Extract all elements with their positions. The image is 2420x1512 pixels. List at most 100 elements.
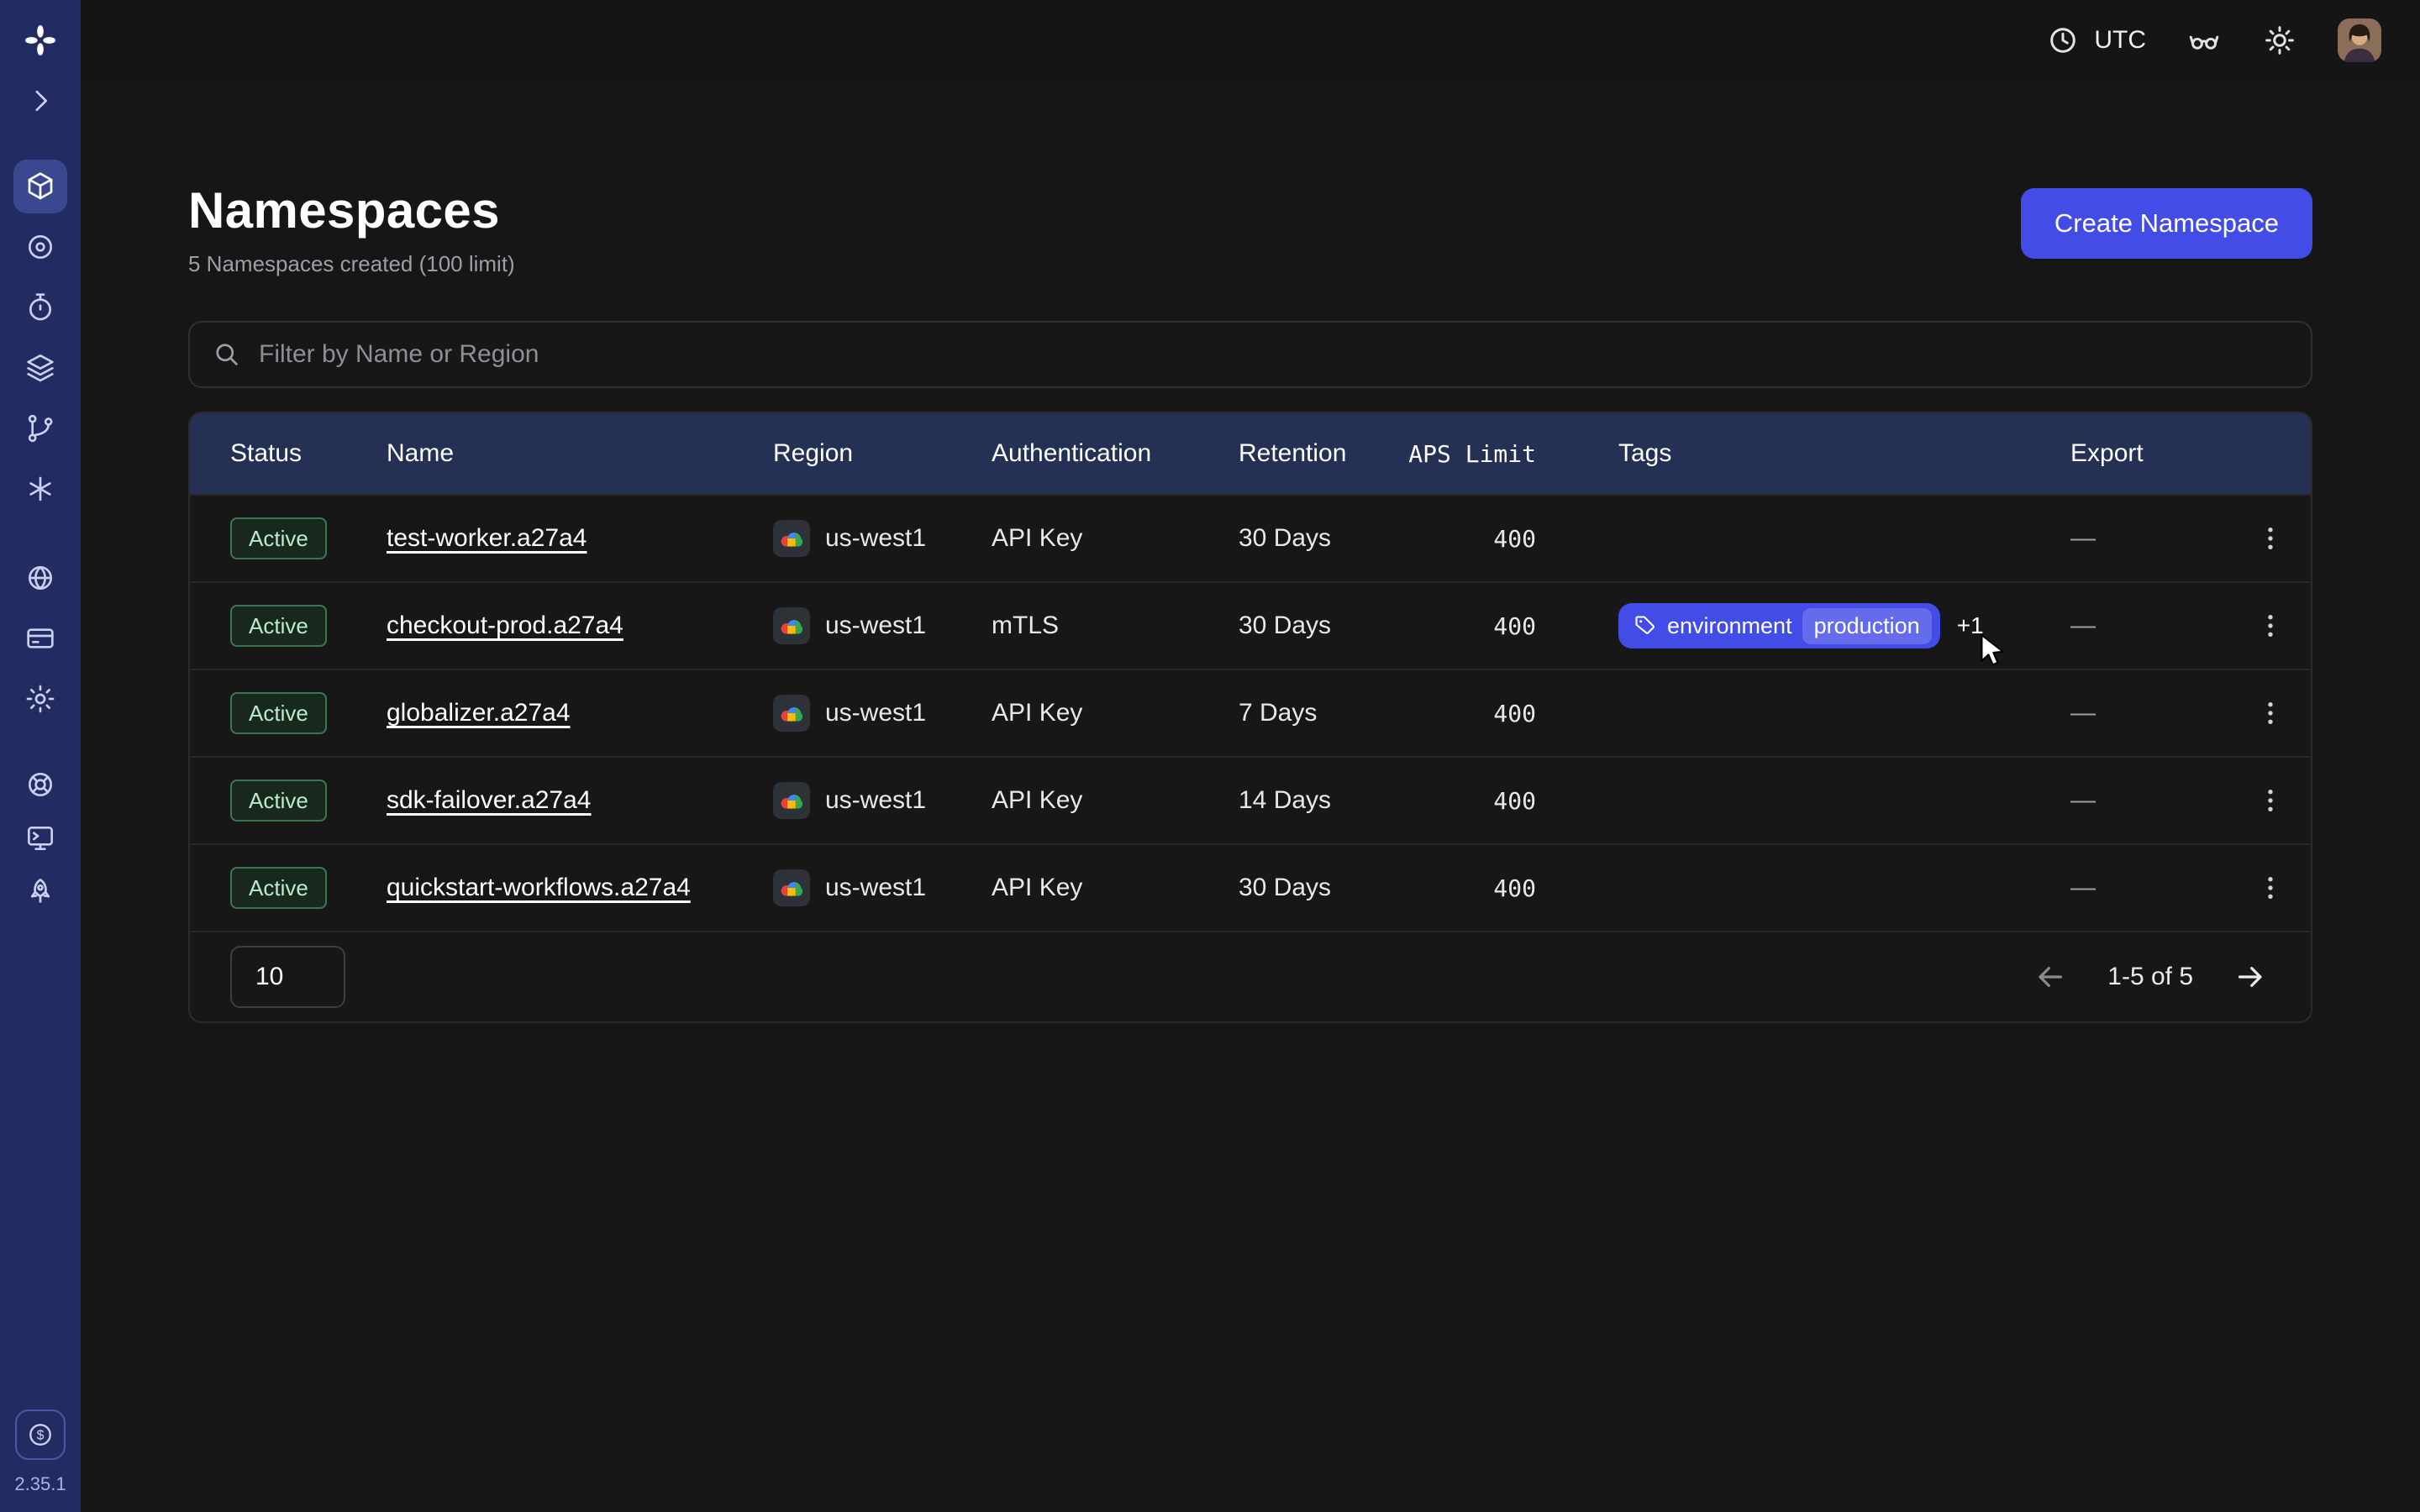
- search-icon: [212, 339, 242, 370]
- temporal-logo[interactable]: [13, 13, 67, 67]
- aps-limit-value: 400: [1400, 787, 1536, 815]
- tags-cell: environment production +1: [1618, 603, 2070, 648]
- col-name: Name: [387, 439, 773, 468]
- auth-label: API Key: [992, 786, 1239, 815]
- retention-label: 7 Days: [1239, 699, 1400, 727]
- next-page-button[interactable]: [2233, 960, 2267, 994]
- tag-chip[interactable]: environment production: [1618, 603, 1940, 648]
- page-size-select[interactable]: 10: [230, 946, 345, 1008]
- sidebar-item-nexus[interactable]: [13, 402, 67, 455]
- col-aps-limit: APS Limit: [1400, 440, 1536, 468]
- col-tags: Tags: [1618, 439, 2070, 468]
- region-label: us-west1: [825, 699, 926, 727]
- namespaces-table: Status Name Region Authentication Retent…: [188, 412, 2312, 1023]
- gcp-icon: [773, 607, 810, 644]
- table-row: Active checkout-prod.a27a4 us-west1 mTLS…: [190, 581, 2311, 669]
- usage-button[interactable]: $: [15, 1410, 66, 1460]
- sidebar-item-support[interactable]: [13, 758, 67, 811]
- timezone-label: UTC: [2094, 26, 2146, 55]
- pagination-range: 1-5 of 5: [2107, 963, 2193, 991]
- page-size-value: 10: [255, 963, 283, 991]
- sidebar-item-docs[interactable]: [13, 811, 67, 865]
- col-retention: Retention: [1239, 439, 1400, 468]
- tag-value: production: [1802, 608, 1932, 644]
- row-menu-button[interactable]: [2230, 522, 2311, 554]
- region-label: us-west1: [825, 524, 926, 553]
- export-value: —: [2070, 699, 2230, 727]
- table-row: Active test-worker.a27a4 us-west1 API Ke…: [190, 494, 2311, 581]
- rocket-icon: [24, 875, 57, 909]
- billing-card-icon: [24, 622, 57, 655]
- sidebar-bottom: $ 2.35.1: [14, 1410, 66, 1495]
- clock-icon: [2045, 23, 2081, 58]
- row-menu-button[interactable]: [2230, 785, 2311, 816]
- col-status: Status: [230, 439, 387, 468]
- row-menu-button[interactable]: [2230, 697, 2311, 729]
- create-namespace-button[interactable]: Create Namespace: [2021, 188, 2312, 259]
- user-avatar[interactable]: [2338, 18, 2381, 62]
- gcp-icon: [773, 520, 810, 557]
- namespace-link[interactable]: sdk-failover.a27a4: [387, 786, 592, 814]
- export-value: —: [2070, 524, 2230, 553]
- export-value: —: [2070, 612, 2230, 640]
- app-root: $ 2.35.1 UTC Namespaces: [0, 0, 2420, 1512]
- sidebar-expand-button[interactable]: [13, 74, 67, 128]
- retention-label: 14 Days: [1239, 786, 1400, 815]
- aps-limit-value: 400: [1400, 612, 1536, 640]
- sidebar: $ 2.35.1: [0, 0, 81, 1512]
- glasses-icon[interactable]: [2186, 23, 2222, 58]
- timezone-selector[interactable]: UTC: [2045, 23, 2146, 58]
- tags-expand-chevron-icon[interactable]: [1994, 612, 2021, 639]
- sidebar-item-schedules[interactable]: [13, 281, 67, 334]
- globe-icon: [24, 561, 57, 595]
- namespace-link[interactable]: checkout-prod.a27a4: [387, 612, 623, 639]
- search-input[interactable]: [259, 340, 2289, 369]
- arrow-right-icon: [2233, 960, 2267, 994]
- usage-dollar-icon: $: [24, 1419, 56, 1451]
- col-region: Region: [773, 439, 992, 468]
- chevron-down-icon: [300, 963, 327, 990]
- col-authentication: Authentication: [992, 439, 1239, 468]
- export-value: —: [2070, 874, 2230, 902]
- aps-limit-value: 400: [1400, 700, 1536, 727]
- namespace-link[interactable]: test-worker.a27a4: [387, 524, 587, 552]
- table-header-row: Status Name Region Authentication Retent…: [190, 413, 2311, 494]
- namespace-link[interactable]: globalizer.a27a4: [387, 699, 571, 727]
- prev-page-button[interactable]: [2033, 960, 2067, 994]
- target-icon: [24, 230, 57, 264]
- svg-text:$: $: [37, 1429, 45, 1443]
- auth-label: API Key: [992, 524, 1239, 553]
- aps-limit-value: 400: [1400, 874, 1536, 902]
- sidebar-item-target[interactable]: [13, 220, 67, 274]
- table-row: Active quickstart-workflows.a27a4 us-wes…: [190, 843, 2311, 931]
- support-lifebuoy-icon: [24, 768, 57, 801]
- main-column: UTC Namespaces 5 Namespaces created (100…: [81, 0, 2420, 1512]
- status-badge: Active: [230, 867, 327, 909]
- sidebar-item-settings[interactable]: [13, 672, 67, 726]
- retention-label: 30 Days: [1239, 612, 1400, 640]
- region-label: us-west1: [825, 874, 926, 902]
- sidebar-item-getting-started[interactable]: [13, 865, 67, 919]
- sidebar-item-stacks[interactable]: [13, 341, 67, 395]
- filter-search: [188, 321, 2312, 388]
- status-badge: Active: [230, 517, 327, 559]
- export-value: —: [2070, 786, 2230, 815]
- retention-label: 30 Days: [1239, 524, 1400, 553]
- tags-more-count[interactable]: +1: [1957, 612, 1984, 639]
- row-menu-button[interactable]: [2230, 872, 2311, 904]
- arrow-left-icon: [2033, 960, 2067, 994]
- gcp-icon: [773, 869, 810, 906]
- namespace-link[interactable]: quickstart-workflows.a27a4: [387, 874, 691, 901]
- terminal-icon: [24, 822, 57, 855]
- sidebar-item-regions[interactable]: [13, 551, 67, 605]
- aps-limit-value: 400: [1400, 525, 1536, 553]
- sidebar-item-batch[interactable]: [13, 462, 67, 516]
- retention-label: 30 Days: [1239, 874, 1400, 902]
- asterisk-icon: [24, 472, 57, 506]
- sidebar-item-billing[interactable]: [13, 612, 67, 665]
- timer-icon: [24, 291, 57, 324]
- sidebar-item-namespaces[interactable]: [13, 160, 67, 213]
- row-menu-button[interactable]: [2230, 610, 2311, 642]
- pagination: 1-5 of 5: [2033, 960, 2267, 994]
- theme-sun-icon[interactable]: [2262, 23, 2297, 58]
